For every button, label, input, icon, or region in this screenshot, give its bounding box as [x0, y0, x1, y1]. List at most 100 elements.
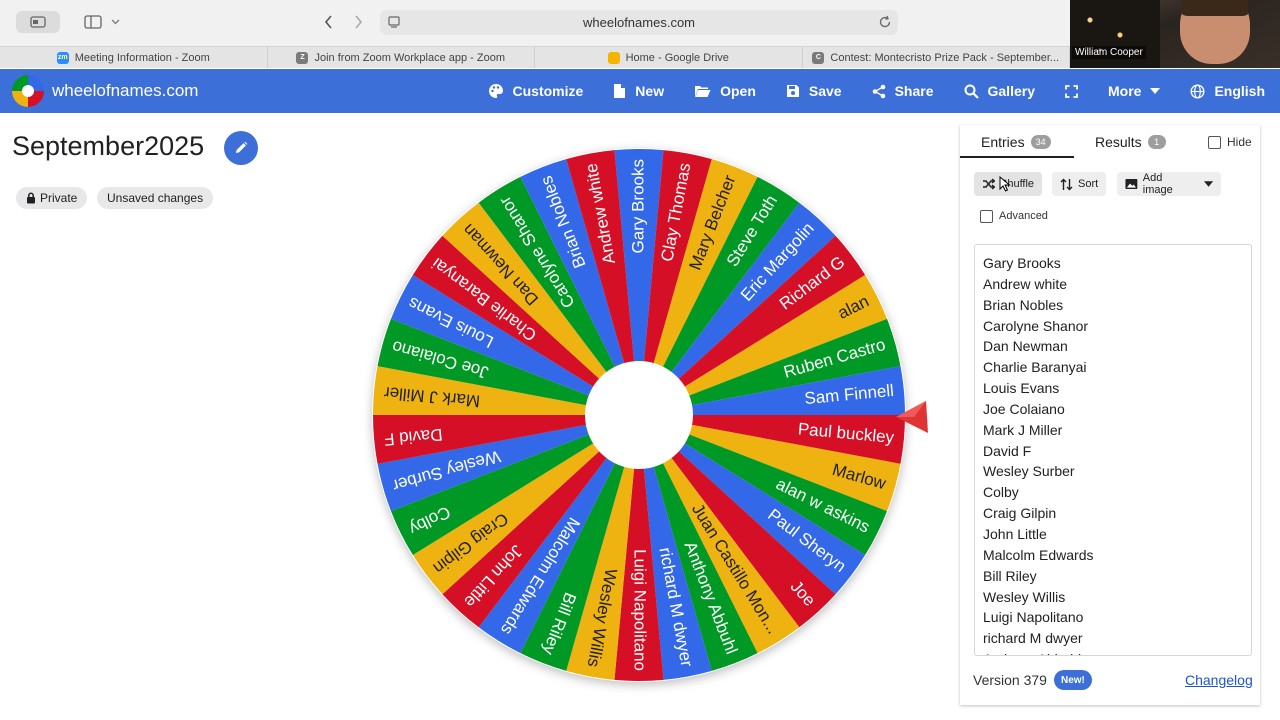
globe-icon	[1190, 83, 1205, 99]
pencil-icon	[236, 141, 248, 153]
advanced-checkbox[interactable]	[980, 210, 993, 223]
app-header: wheelofnames.com Customize New Open Save…	[0, 69, 1280, 113]
entries-panel: Entries 34 Results 1 Hide Shuffle Sort A…	[960, 125, 1260, 705]
entry-line[interactable]: Wesley Surber	[983, 461, 1251, 482]
wheel-slice-label: Luigi Napolitano	[631, 549, 650, 671]
entry-line[interactable]: Malcolm Edwards	[983, 545, 1251, 566]
fullscreen-icon	[1065, 84, 1078, 98]
panel-tabs: Entries 34 Results 1 Hide	[960, 125, 1260, 158]
wheel-center-hub[interactable]	[585, 361, 693, 469]
page-icon	[388, 16, 400, 28]
save-button[interactable]: Save	[786, 83, 842, 99]
active-tab-indicator	[960, 156, 1074, 158]
add-image-button[interactable]: Add image	[1117, 172, 1221, 196]
tab-overview-button[interactable]	[82, 11, 104, 33]
sidebar-panel-icon	[84, 15, 102, 29]
entry-line[interactable]: Carolyne Shanor	[983, 316, 1251, 337]
file-icon	[614, 84, 626, 98]
entry-line[interactable]: Andrew white	[983, 274, 1251, 295]
new-badge: New!	[1054, 670, 1092, 690]
advanced-label[interactable]: Advanced	[999, 210, 1048, 222]
browser-tab-strip: zm Meeting Information - Zoom Z Join from Z…	[0, 46, 1070, 68]
sidebar-icon	[30, 16, 46, 28]
language-button[interactable]: English	[1190, 83, 1265, 99]
open-button[interactable]: Open	[694, 83, 756, 99]
edit-title-button[interactable]	[224, 131, 258, 165]
entry-line[interactable]: Mark J Miller	[983, 420, 1251, 441]
search-icon	[964, 84, 979, 99]
entry-line[interactable]: Colby	[983, 482, 1251, 503]
share-button[interactable]: Share	[872, 83, 934, 99]
chevron-left-icon	[324, 15, 332, 29]
browser-tab[interactable]: zm Meeting Information - Zoom	[0, 47, 268, 68]
browser-tab[interactable]: C Contest: Montecristo Prize Pack - Septe…	[803, 47, 1070, 68]
url-text: wheelofnames.com	[583, 15, 695, 30]
chevron-down-icon[interactable]	[108, 11, 122, 33]
new-button[interactable]: New	[613, 83, 664, 99]
entry-line[interactable]: Anthony Abbuhl	[983, 649, 1251, 655]
participant-name: William Cooper	[1072, 46, 1146, 59]
wheel-canvas[interactable]: Gary Brooks Clay ThomasMary BelcherSteve …	[372, 148, 906, 682]
privacy-chip[interactable]: Private	[16, 187, 88, 209]
caret-down-icon	[1203, 181, 1213, 187]
sort-icon	[1060, 178, 1073, 190]
favicon-icon	[607, 51, 620, 64]
share-icon	[872, 84, 885, 98]
wheel-logo-icon[interactable]	[12, 75, 44, 107]
entries-count-badge: 34	[1030, 135, 1051, 149]
entry-line[interactable]: Bill Riley	[983, 566, 1251, 587]
sidebar-toggle-button[interactable]	[16, 11, 60, 33]
browser-tab-label: Home - Google Drive	[625, 51, 729, 64]
entry-line[interactable]: Luigi Napolitano	[983, 607, 1251, 628]
more-menu-button[interactable]: More	[1108, 83, 1161, 99]
entry-line[interactable]: richard M dwyer	[983, 628, 1251, 649]
customize-button[interactable]: Customize	[488, 83, 583, 99]
entry-line[interactable]: Charlie Baranyai	[983, 357, 1251, 378]
main-menu: Customize New Open Save Share Gallery Mo…	[488, 69, 1280, 113]
browser-tab-label: Meeting Information - Zoom	[74, 51, 210, 64]
brand-name[interactable]: wheelofnames.com	[52, 81, 198, 101]
entry-line[interactable]: David F	[983, 441, 1251, 462]
favicon-icon: zm	[56, 51, 69, 64]
wheel[interactable]: Gary Brooks Clay Thomas Mary Belcher Steve …	[372, 148, 906, 682]
browser-tab[interactable]: Home - Google Drive	[535, 47, 803, 68]
caret-down-icon	[1150, 88, 1161, 94]
changelog-link[interactable]: Changelog	[1185, 672, 1253, 688]
entries-textarea[interactable]: Gary Brooks Andrew white Brian Nobles Carol…	[974, 244, 1252, 656]
browser-tab[interactable]: Z Join from Zoom Workplace app - Zoom	[268, 47, 535, 68]
browser-tab-label: Join from Zoom Workplace app - Zoom	[314, 51, 506, 64]
favicon-icon: Z	[296, 51, 309, 64]
wheel-pointer-icon	[896, 401, 928, 433]
reload-icon[interactable]	[878, 15, 892, 29]
tab-results[interactable]: Results 1	[1095, 134, 1166, 150]
image-icon	[1125, 178, 1138, 190]
entry-line[interactable]: Dan Newman	[983, 336, 1251, 357]
hide-label[interactable]: Hide	[1227, 135, 1252, 149]
page-title: September2025	[12, 131, 205, 161]
save-icon	[786, 85, 799, 97]
entry-line[interactable]: Louis Evans	[983, 378, 1251, 399]
fullscreen-button[interactable]	[1065, 84, 1078, 98]
hide-checkbox[interactable]	[1208, 136, 1221, 149]
browser-tab-label: Contest: Montecristo Prize Pack - Septem…	[830, 51, 1060, 64]
wheel-slice-label: Gary Brooks	[628, 159, 647, 253]
palette-icon	[488, 84, 503, 98]
forward-button[interactable]	[348, 11, 368, 33]
back-button[interactable]	[318, 11, 338, 33]
entry-line[interactable]: Craig Gilpin	[983, 503, 1251, 524]
entry-line[interactable]: Gary Brooks	[983, 253, 1251, 274]
gallery-button[interactable]: Gallery	[964, 83, 1035, 99]
entry-line[interactable]: Wesley Willis	[983, 587, 1251, 608]
entry-line[interactable]: Joe Colaiano	[983, 399, 1251, 420]
version-label: Version 379	[973, 672, 1047, 688]
chevron-right-icon	[354, 15, 362, 29]
folder-open-icon	[695, 86, 711, 97]
mouse-cursor-icon	[999, 176, 1011, 192]
unsaved-changes-chip: Unsaved changes	[97, 187, 214, 209]
entry-line[interactable]: Brian Nobles	[983, 295, 1251, 316]
entry-line[interactable]: John Little	[983, 524, 1251, 545]
sort-button[interactable]: Sort	[1052, 172, 1107, 196]
tab-entries[interactable]: Entries 34	[981, 134, 1051, 150]
shuffle-icon	[983, 178, 995, 190]
address-bar[interactable]: wheelofnames.com	[380, 10, 898, 35]
